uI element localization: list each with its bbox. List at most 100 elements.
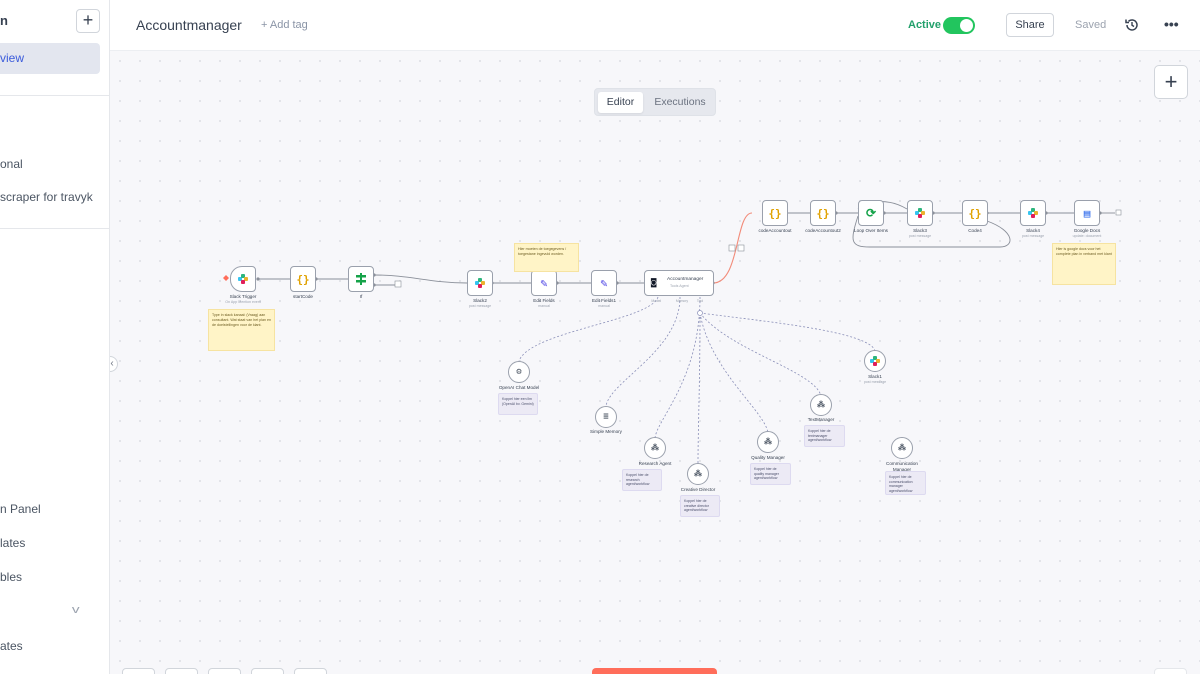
database-icon: ≡ [603,411,609,422]
ai-connection [605,296,681,407]
saved-status: Saved [1075,19,1107,31]
node-label: Edit Fields1 [591,298,617,303]
sticky-note[interactable]: Hier is google docs voor het complete pl… [1052,243,1116,285]
workflow-canvas[interactable]: Editor Executions + ‹ Slack Trigger On A… [110,51,1200,674]
sidebar-item-updates[interactable]: ates [0,639,23,653]
pencil-icon: ✎ [540,276,548,290]
codeaccount-node[interactable]: {} [762,200,788,226]
node-subtitle: On App Mention event [225,300,261,304]
slack1-node[interactable] [864,350,886,372]
google-docs-node[interactable]: ▤ [1074,200,1100,226]
simple-memory-node[interactable]: ≡ [595,406,617,428]
note: Koppel hier de research agent/workflow [622,469,662,491]
slack-icon [870,356,880,366]
add-tag-button[interactable]: + Add tag [261,19,308,31]
active-toggle[interactable] [943,17,975,34]
connections-layer [223,201,1122,464]
slack-icon [915,208,925,218]
slack4-node[interactable] [1020,200,1046,226]
creative-director-node[interactable]: ⁂ [687,463,709,485]
active-label: Active [908,19,942,31]
node-subtitle: post message [1021,234,1045,238]
node-label: codeAccountout [758,228,792,233]
more-options-icon[interactable]: ••• [1164,16,1179,32]
note: Koppel hier de creative director agent/w… [680,495,720,517]
note: Koppel hier de communication manager age… [885,471,926,495]
robot-icon: ◙ [651,277,657,288]
tidy-up-button[interactable] [294,668,327,674]
loop-node[interactable]: ⟳ [858,200,884,226]
node-label: Slack1 [868,374,882,379]
textmanager-node[interactable]: ⁂ [810,394,832,416]
sidebar: n + view onal scraper for travyk n Panel… [0,0,110,674]
sidebar-item-variables[interactable]: bles [0,570,22,584]
zoom-out-button[interactable] [208,668,241,674]
sidebar-item-label: view [0,51,25,65]
sidebar-item-templates[interactable]: lates [0,536,25,550]
slack2-node[interactable] [467,270,493,296]
sidebar-divider [0,95,109,96]
code-icon: {} [768,206,782,220]
canvas-control-button[interactable] [1154,668,1187,674]
communication-manager-node[interactable]: ⁂ [891,437,913,459]
execute-workflow-button[interactable] [592,668,717,674]
codeaccount2-node[interactable]: {} [810,200,836,226]
accountmanager-agent-node[interactable]: ◙ Accountmanager Tools Agent [644,270,714,296]
sidebar-item-project[interactable]: scraper for travyk [0,190,93,204]
if-icon [356,273,366,285]
sidebar-divider [0,228,109,229]
share-button[interactable]: Share [1006,13,1054,37]
sticky-note[interactable]: Hier moeten de toegegevens / toegestane … [514,243,579,272]
node-subtitle: update: document [1072,234,1102,238]
node-label: TextManager [807,417,835,422]
node-label: OpenAI Chat Model [498,385,540,390]
node-subtitle: post message [908,234,932,238]
node-label: Slack3 [913,228,927,233]
node-label: Slack4 [1026,228,1040,233]
zoom-in-button[interactable] [165,668,198,674]
tool-icon: ⁂ [817,400,825,409]
startcode-node[interactable]: {} [290,266,316,292]
note: Koppel hier een llm (OpenAI bv. Gemini) [498,393,538,415]
quality-manager-node[interactable]: ⁂ [757,431,779,453]
if-node[interactable] [348,266,374,292]
zoom-to-fit-button[interactable] [122,668,155,674]
node-subtitle: Tools Agent [670,284,689,288]
sidebar-item-overview[interactable]: view [0,43,100,74]
sidebar-title: n [0,13,8,28]
reset-zoom-button[interactable] [251,668,284,674]
note: Koppel hier de quality manager agent/wor… [750,463,791,485]
slack-trigger-node[interactable] [230,266,256,292]
note: Koppel hier de textmanager agent/workflo… [804,425,845,447]
ai-connection [699,312,769,434]
code4-node[interactable]: {} [962,200,988,226]
edit-fields1-node[interactable]: ✎ [591,270,617,296]
edit-fields-node[interactable]: ✎ [531,270,557,296]
workflow-name[interactable]: Accountmanager [136,17,242,33]
sidebar-item-personal[interactable]: onal [0,157,23,171]
connection [373,274,468,284]
sidebar-item-admin-panel[interactable]: n Panel [0,502,41,516]
node-label: Research Agent [638,461,672,466]
node-label: Accountmanager [667,277,704,282]
chevron-down-icon[interactable]: v [72,604,80,616]
node-label: Slack Trigger [229,294,257,299]
node-label: startCode [293,294,313,299]
slack-icon [238,274,248,284]
sticky-note[interactable]: Type in slack kanaal: (Vraag) aan consul… [208,309,275,351]
node-label: Creative Director [680,487,716,492]
add-workflow-button[interactable]: + [76,9,100,33]
port-label: Model [651,299,661,303]
openai-chat-model-node[interactable]: ⚙ [508,361,530,383]
tool-icon: ⁂ [694,469,702,478]
port-label: Tool [696,299,704,303]
node-subtitle: post message [468,304,492,308]
research-agent-node[interactable]: ⁂ [644,437,666,459]
node-subtitle: post message [863,380,887,384]
node-label: Quality Manager [751,455,785,460]
tool-icon: ⁂ [764,437,772,446]
google-docs-icon: ▤ [1083,206,1091,220]
ai-connection [699,312,822,397]
slack3-node[interactable] [907,200,933,226]
history-icon[interactable] [1124,17,1140,33]
